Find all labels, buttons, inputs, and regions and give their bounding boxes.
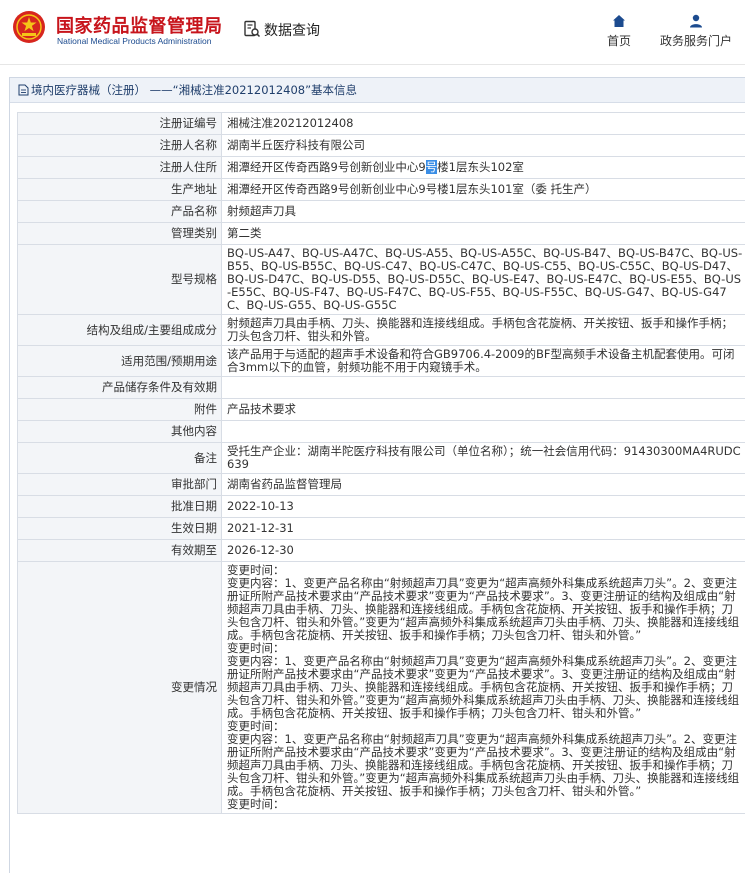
table-row: 产品名称 射频超声刀具: [18, 201, 745, 223]
table-row: 适用范围/预期用途 该产品用于与适配的超声手术设备和符合GB9706.4-200…: [18, 346, 745, 377]
header-divider: [0, 64, 745, 65]
user-icon: [689, 14, 703, 28]
registrant-name: 湖南半丘医疗科技有限公司: [222, 135, 745, 157]
model-specs: BQ-US-A47、BQ-US-A47C、BQ-US-A55、BQ-US-A55…: [222, 245, 745, 315]
document-icon: [18, 84, 29, 96]
table-row: 注册人住所 湘潭经开区传奇西路9号创新创业中心9号楼1层东头102室: [18, 157, 745, 179]
row-label: 其他内容: [18, 421, 222, 443]
intended-use: 该产品用于与适配的超声手术设备和符合GB9706.4-2009的BF型高频手术设…: [222, 346, 745, 377]
row-label: 管理类别: [18, 223, 222, 245]
nav-home[interactable]: 首页: [601, 14, 637, 49]
other-content: [222, 421, 745, 443]
remarks: 受托生产企业：湖南半陀医疗科技有限公司（单位名称）；统一社会信用代码：91430…: [222, 443, 745, 474]
table-row: 管理类别 第二类: [18, 223, 745, 245]
table-row: 产品储存条件及有效期: [18, 377, 745, 399]
production-address: 湘潭经开区传奇西路9号创新创业中心9号楼1层东头101室（委 托生产）: [222, 179, 745, 201]
site-header: 国家药品监督管理局 National Medical Products Admi…: [0, 0, 745, 64]
row-label: 注册人住所: [18, 157, 222, 179]
table-row: 有效期至 2026-12-30: [18, 540, 745, 562]
table-row: 型号规格 BQ-US-A47、BQ-US-A47C、BQ-US-A55、BQ-U…: [18, 245, 745, 315]
table-row: 审批部门 湖南省药品监督管理局: [18, 474, 745, 496]
table-row: 备注 受托生产企业：湖南半陀医疗科技有限公司（单位名称）；统一社会信用代码：91…: [18, 443, 745, 474]
row-label: 产品名称: [18, 201, 222, 223]
row-label: 变更情况: [18, 562, 222, 814]
management-class: 第二类: [222, 223, 745, 245]
national-emblem-icon: [12, 10, 46, 44]
row-label: 适用范围/预期用途: [18, 346, 222, 377]
table-row: 附件 产品技术要求: [18, 399, 745, 421]
registration-number: 湘械注准20212012408: [222, 113, 745, 135]
table-row: 结构及组成/主要组成成分 射频超声刀具由手柄、刀头、换能器和连接线组成。手柄包含…: [18, 315, 745, 346]
row-label: 备注: [18, 443, 222, 474]
table-row: 其他内容: [18, 421, 745, 443]
table-row: 批准日期 2022-10-13: [18, 496, 745, 518]
registrant-address: 湘潭经开区传奇西路9号创新创业中心9号楼1层东头102室: [222, 157, 745, 179]
panel-title: 境内医疗器械（注册） ——“湘械注准20212012408”基本信息: [10, 78, 745, 103]
highlighted-text: 号: [426, 160, 438, 174]
row-label: 审批部门: [18, 474, 222, 496]
row-label: 注册证编号: [18, 113, 222, 135]
table-row: 生效日期 2021-12-31: [18, 518, 745, 540]
data-query-icon: [243, 20, 261, 38]
nav-home-label: 首页: [607, 34, 631, 48]
data-query-link[interactable]: 数据查询: [264, 20, 320, 40]
attachment: 产品技术要求: [222, 399, 745, 421]
panel-title-text: 境内医疗器械（注册） ——“湘械注准20212012408”基本信息: [31, 83, 357, 97]
row-label: 批准日期: [18, 496, 222, 518]
address-part: 湘潭经开区传奇西路9号创新创业中心9: [227, 160, 426, 174]
table-row: 变更情况 变更时间： 变更内容：1、变更产品名称由“射频超声刀具”变更为“超声高…: [18, 562, 745, 814]
row-label: 型号规格: [18, 245, 222, 315]
brand-title: 国家药品监督管理局: [56, 12, 223, 38]
registration-info-table: 注册证编号 湘械注准20212012408 注册人名称 湖南半丘医疗科技有限公司…: [17, 112, 745, 814]
expiry-date: 2026-12-30: [222, 540, 745, 562]
nav-service-portal[interactable]: 政务服务门户: [656, 14, 736, 49]
structure-composition: 射频超声刀具由手柄、刀头、换能器和连接线组成。手柄包含花旋柄、开关按钮、扳手和操…: [222, 315, 745, 346]
table-row: 注册证编号 湘械注准20212012408: [18, 113, 745, 135]
detail-panel: 境内医疗器械（注册） ——“湘械注准20212012408”基本信息 注册证编号…: [9, 77, 745, 873]
product-name: 射频超声刀具: [222, 201, 745, 223]
row-label: 生效日期: [18, 518, 222, 540]
row-label: 有效期至: [18, 540, 222, 562]
row-label: 附件: [18, 399, 222, 421]
effective-date: 2021-12-31: [222, 518, 745, 540]
nav-service-label: 政务服务门户: [660, 34, 732, 48]
table-row: 生产地址 湘潭经开区传奇西路9号创新创业中心9号楼1层东头101室（委 托生产）: [18, 179, 745, 201]
approval-date: 2022-10-13: [222, 496, 745, 518]
approval-department: 湖南省药品监督管理局: [222, 474, 745, 496]
home-icon: [612, 14, 626, 28]
row-label: 产品储存条件及有效期: [18, 377, 222, 399]
table-row: 注册人名称 湖南半丘医疗科技有限公司: [18, 135, 745, 157]
address-part: 楼1层东头102室: [437, 160, 524, 174]
storage-conditions: [222, 377, 745, 399]
change-history: 变更时间： 变更内容：1、变更产品名称由“射频超声刀具”变更为“超声高频外科集成…: [222, 562, 745, 814]
row-label: 结构及组成/主要组成成分: [18, 315, 222, 346]
brand-subtitle: National Medical Products Administration: [57, 36, 212, 46]
row-label: 生产地址: [18, 179, 222, 201]
row-label: 注册人名称: [18, 135, 222, 157]
